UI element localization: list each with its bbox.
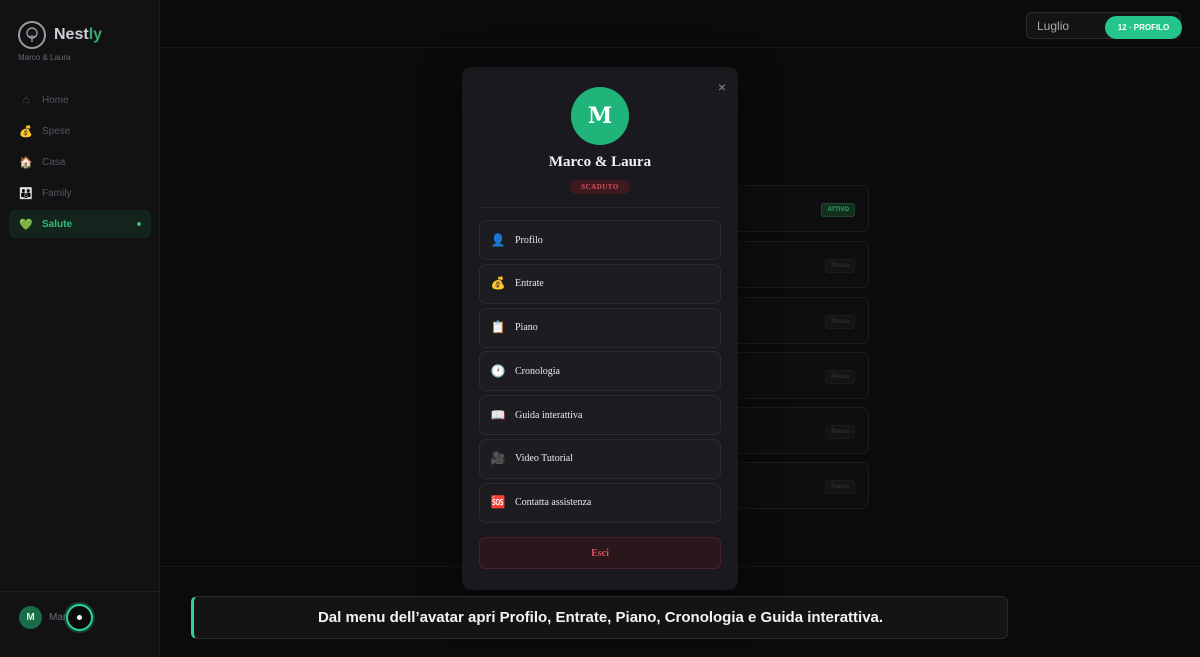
avatar[interactable]: M <box>19 606 42 629</box>
profile-badge[interactable]: 12 · PROFILO <box>1105 16 1182 39</box>
menu-item-assistenza[interactable]: 🆘 Contatta assistenza <box>479 482 721 523</box>
avatar-menu-modal: × M Marco & Laura SCADUTO 👤 Profilo 💰 En… <box>462 67 738 590</box>
avatar-menu: 👤 Profilo 💰 Entrate 📋 Piano 🕐 Cronologia… <box>479 220 721 527</box>
money-bag-icon: 💰 <box>490 276 506 291</box>
status-badge: ATTIVO <box>821 203 855 217</box>
menu-item-guida[interactable]: 📖 Guida interattiva <box>479 395 721 436</box>
brand-subtitle: Marco & Laura <box>18 53 71 62</box>
logout-button[interactable]: Esci <box>479 537 721 569</box>
list-item: Pausa <box>738 297 869 344</box>
close-icon[interactable]: × <box>718 79 726 95</box>
top-bar: Luglio 12 · PROFILO <box>160 0 1200 48</box>
menu-item-piano[interactable]: 📋 Piano <box>479 307 721 348</box>
green-heart-icon: 💚 <box>19 218 33 231</box>
menu-item-label: Cronologia <box>515 365 560 377</box>
brand[interactable]: Nestly <box>18 21 102 49</box>
status-badge: Pausa <box>825 480 855 494</box>
sidebar-item-salute[interactable]: 💚 Salute <box>9 210 151 238</box>
sidebar-nav: ⌂ Home 💰 Spese 🏠 Casa 👪 Family 💚 Salute <box>9 86 151 241</box>
tour-spotlight-marker[interactable] <box>66 604 93 631</box>
modal-user-name: Marco & Laura <box>548 154 652 170</box>
status-badge: Pausa <box>825 315 855 329</box>
menu-item-profilo[interactable]: 👤 Profilo <box>479 220 721 260</box>
family-icon: 👪 <box>19 187 33 200</box>
menu-item-label: Contatta assistenza <box>515 497 592 509</box>
menu-item-label: Entrate <box>515 278 544 290</box>
active-indicator-dot <box>137 222 141 226</box>
house-icon: 🏠 <box>19 156 33 169</box>
clock-icon: 🕐 <box>490 363 506 378</box>
sidebar-item-label: Salute <box>42 218 73 230</box>
list-item: Pausa <box>738 241 869 288</box>
sidebar-item-label: Casa <box>42 156 66 168</box>
brand-name: Nestly <box>54 26 103 43</box>
modal-avatar: M <box>571 87 629 145</box>
menu-item-label: Piano <box>515 322 538 334</box>
tree-icon <box>18 21 46 49</box>
status-badge: Pausa <box>825 259 855 273</box>
status-badge: Pausa <box>825 425 855 439</box>
money-bag-icon: 💰 <box>19 125 33 138</box>
sidebar-item-casa[interactable]: 🏠 Casa <box>9 148 151 176</box>
sidebar-item-label: Family <box>42 187 72 199</box>
menu-item-entrate[interactable]: 💰 Entrate <box>479 263 721 304</box>
list-item: Pausa <box>738 407 869 454</box>
list-item: Pausa <box>738 352 869 399</box>
menu-item-video-tutorial[interactable]: 🎥 Video Tutorial <box>479 438 721 479</box>
sidebar-item-family[interactable]: 👪 Family <box>9 179 151 207</box>
list-item: Pausa <box>738 462 869 509</box>
list-item: ATTIVO <box>738 185 869 232</box>
clipboard-icon: 📋 <box>490 320 506 335</box>
divider <box>479 207 721 208</box>
user-icon: 👤 <box>490 232 506 247</box>
app-root: Nestly Marco & Laura ⌂ Home 💰 Spese 🏠 Ca… <box>0 0 1200 657</box>
tour-tooltip: Dal menu dell’avatar apri Profilo, Entra… <box>191 596 1008 639</box>
home-icon: ⌂ <box>22 94 30 106</box>
sidebar-item-spese[interactable]: 💰 Spese <box>9 117 151 145</box>
sos-icon: 🆘 <box>490 495 506 510</box>
sidebar-item-home[interactable]: ⌂ Home <box>9 86 151 114</box>
sidebar-item-label: Home <box>42 94 69 106</box>
status-badge: Pausa <box>825 370 855 384</box>
status-badge: SCADUTO <box>570 180 630 194</box>
menu-item-label: Guida interattiva <box>515 409 583 421</box>
menu-item-cronologia[interactable]: 🕐 Cronologia <box>479 351 721 392</box>
menu-item-label: Video Tutorial <box>515 453 574 465</box>
menu-item-label: Profilo <box>515 234 543 246</box>
sidebar: Nestly Marco & Laura ⌂ Home 💰 Spese 🏠 Ca… <box>0 0 160 657</box>
video-camera-icon: 🎥 <box>490 451 506 466</box>
book-icon: 📖 <box>490 407 506 422</box>
sidebar-item-label: Spese <box>42 125 71 137</box>
sidebar-user-name: Mar <box>49 612 67 623</box>
